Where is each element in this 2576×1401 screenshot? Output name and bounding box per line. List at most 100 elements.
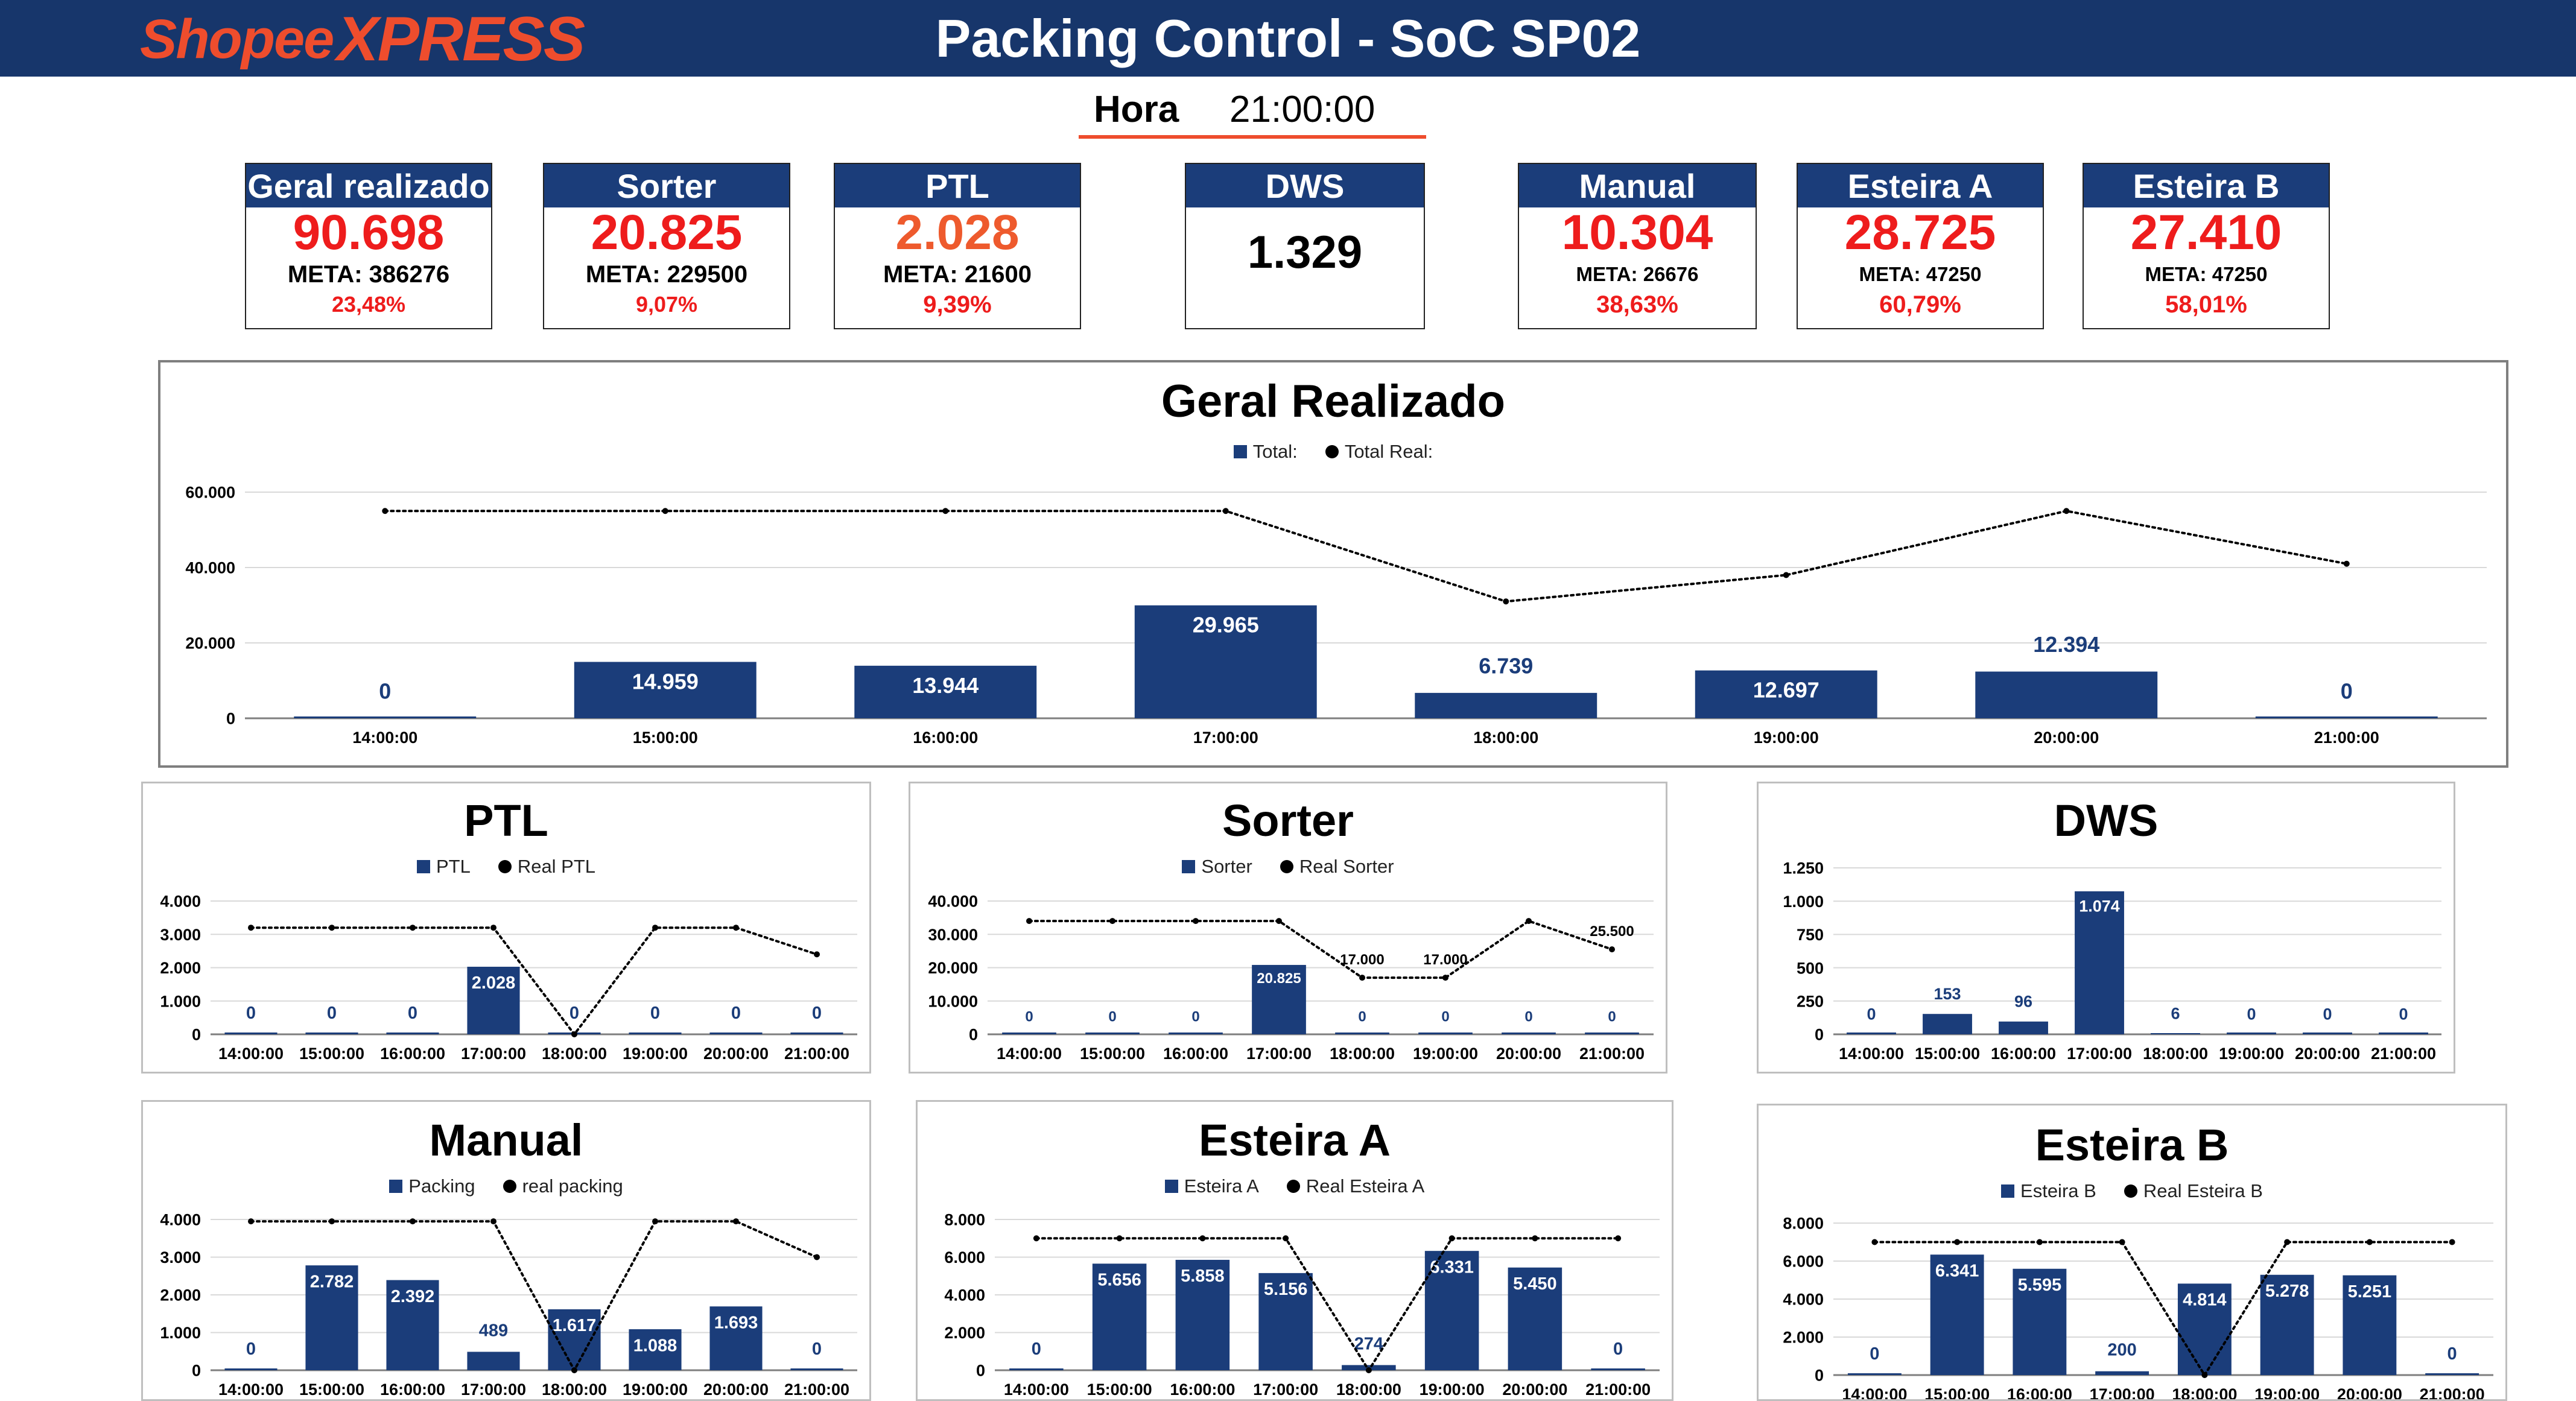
bar-data-label: 2.028 — [472, 973, 516, 993]
bar-data-label: 0 — [1108, 1008, 1116, 1025]
y-tick-label: 0 — [192, 1362, 201, 1380]
logo-text-xpress: XPRESS — [337, 4, 585, 74]
bar-data-label: 5.858 — [1181, 1267, 1225, 1286]
line-point — [1365, 1367, 1372, 1373]
line-point — [1609, 946, 1615, 953]
x-tick-label: 15:00:00 — [299, 1045, 364, 1063]
bar-data-label: 0 — [2399, 1005, 2408, 1023]
bar — [2255, 716, 2438, 718]
kpi-percent: 38,63% — [1596, 291, 1678, 318]
bar — [1335, 1033, 1389, 1034]
chart-dws: DWS 0 250 500 750 1.000 1.250 14:00:00 15:00:00 1… — [1757, 782, 2455, 1074]
bar-data-label: 0 — [1358, 1008, 1366, 1025]
x-tick-label: 14:00:00 — [218, 1045, 284, 1063]
bar — [467, 1352, 520, 1370]
x-tick-label: 14:00:00 — [352, 729, 417, 747]
line-data-label: 17.000 — [1340, 952, 1384, 968]
kpi-meta: META: 26676 — [1576, 263, 1699, 285]
bar-data-label: 0 — [2247, 1005, 2256, 1023]
bar-data-label: 0 — [327, 1004, 337, 1023]
x-tick-label: 19:00:00 — [1420, 1380, 1485, 1399]
x-tick-label: 20:00:00 — [2337, 1385, 2402, 1399]
kpi-meta: META: 47250 — [1859, 263, 1982, 285]
y-tick-label: 0 — [1815, 1026, 1824, 1044]
x-tick-label: 19:00:00 — [2254, 1385, 2320, 1399]
x-tick-label: 19:00:00 — [1413, 1045, 1478, 1063]
bar-data-label: 489 — [479, 1321, 508, 1340]
x-tick-label: 19:00:00 — [1754, 729, 1819, 747]
x-tick-label: 21:00:00 — [784, 1045, 849, 1063]
x-tick-label: 21:00:00 — [2420, 1385, 2485, 1399]
x-tick-label: 21:00:00 — [784, 1380, 849, 1399]
x-tick-label: 16:00:00 — [1991, 1045, 2056, 1063]
x-tick-label: 17:00:00 — [2067, 1045, 2132, 1063]
x-tick-label: 15:00:00 — [1924, 1385, 1990, 1399]
y-tick-label: 1.000 — [160, 992, 201, 1010]
x-tick-label: 18:00:00 — [2172, 1385, 2237, 1399]
bar — [2303, 1033, 2352, 1034]
bar-data-label: 0 — [812, 1339, 822, 1359]
x-tick-label: 15:00:00 — [1915, 1045, 1980, 1063]
bar — [1085, 1033, 1140, 1034]
x-tick-label: 18:00:00 — [1330, 1045, 1395, 1063]
bar — [629, 1033, 682, 1034]
line-point — [2284, 1239, 2291, 1245]
y-tick-label: 40.000 — [928, 893, 978, 911]
bar — [2425, 1373, 2479, 1375]
bar — [305, 1033, 358, 1034]
kpi-meta: META: 21600 — [883, 261, 1032, 288]
y-tick-label: 2.000 — [1783, 1329, 1824, 1347]
line-point — [248, 925, 254, 931]
kpi-ptl: PTL 2.028 META: 21600 9,39% — [834, 163, 1081, 329]
bar — [1591, 1368, 1645, 1370]
bar-data-label: 0 — [731, 1004, 741, 1023]
line-point — [2063, 508, 2070, 514]
bar-data-label: 0 — [246, 1339, 256, 1359]
kpi-value: 1.329 — [1247, 227, 1363, 278]
y-tick-label: 6.000 — [1783, 1253, 1824, 1271]
kpi-meta: META: 386276 — [287, 261, 450, 288]
line-point — [1116, 1235, 1123, 1242]
x-tick-label: 21:00:00 — [1585, 1380, 1651, 1399]
x-tick-label: 20:00:00 — [703, 1045, 769, 1063]
line-point — [248, 1218, 254, 1225]
line-point — [1503, 598, 1509, 605]
x-tick-label: 18:00:00 — [1473, 729, 1538, 747]
x-tick-label: 14:00:00 — [997, 1045, 1062, 1063]
chart-manual: Manual Packing real packing 0 1.000 2.000 3.00… — [141, 1100, 871, 1401]
bar-data-label: 0 — [1032, 1339, 1041, 1359]
bar-data-label: 14.959 — [632, 669, 699, 694]
x-tick-label: 16:00:00 — [2007, 1385, 2072, 1399]
bar-data-label: 2.782 — [310, 1272, 354, 1291]
y-tick-label: 0 — [1815, 1367, 1824, 1385]
x-tick-label: 20:00:00 — [2034, 729, 2099, 747]
bar — [386, 1033, 439, 1034]
y-tick-label: 60.000 — [185, 484, 235, 502]
y-tick-label: 2.000 — [160, 1286, 201, 1305]
line-data-label: 17.000 — [1423, 952, 1467, 968]
line-point — [1871, 1239, 1878, 1245]
kpi-percent: 9,39% — [923, 291, 992, 318]
bar-data-label: 12.697 — [1753, 678, 1819, 703]
bar-data-label: 0 — [1870, 1344, 1879, 1364]
chart-plot: 0 20.000 40.000 60.000 14:00:00 15:00:00 16:00… — [185, 484, 2487, 747]
chart-plot: 0 10.000 20.000 30.000 40.000 14:00:00 15:00:0… — [928, 893, 1654, 1063]
bar-data-label: 0 — [812, 1004, 822, 1023]
shopee-xpress-logo: Shopee XPRESS — [140, 4, 585, 74]
line-point — [652, 1218, 658, 1225]
x-tick-label: 17:00:00 — [1253, 1380, 1318, 1399]
bar-data-label: 6.331 — [1430, 1257, 1474, 1277]
line-point — [329, 1218, 335, 1225]
bar-data-label: 5.156 — [1264, 1280, 1308, 1299]
y-tick-label: 2.000 — [160, 959, 201, 977]
hour-value: 21:00:00 — [1229, 89, 1375, 130]
line-point — [1222, 508, 1229, 514]
line-point — [1193, 918, 1199, 925]
line-point — [2343, 560, 2350, 567]
line-point — [652, 925, 658, 931]
dashboard: Shopee XPRESS Packing Control - SoC SP02… — [0, 0, 2576, 1401]
bar-data-label: 0 — [1867, 1005, 1876, 1023]
x-tick-label: 21:00:00 — [2371, 1045, 2436, 1063]
y-tick-label: 6.000 — [944, 1248, 985, 1267]
bar-data-label: 0 — [2448, 1344, 2457, 1364]
